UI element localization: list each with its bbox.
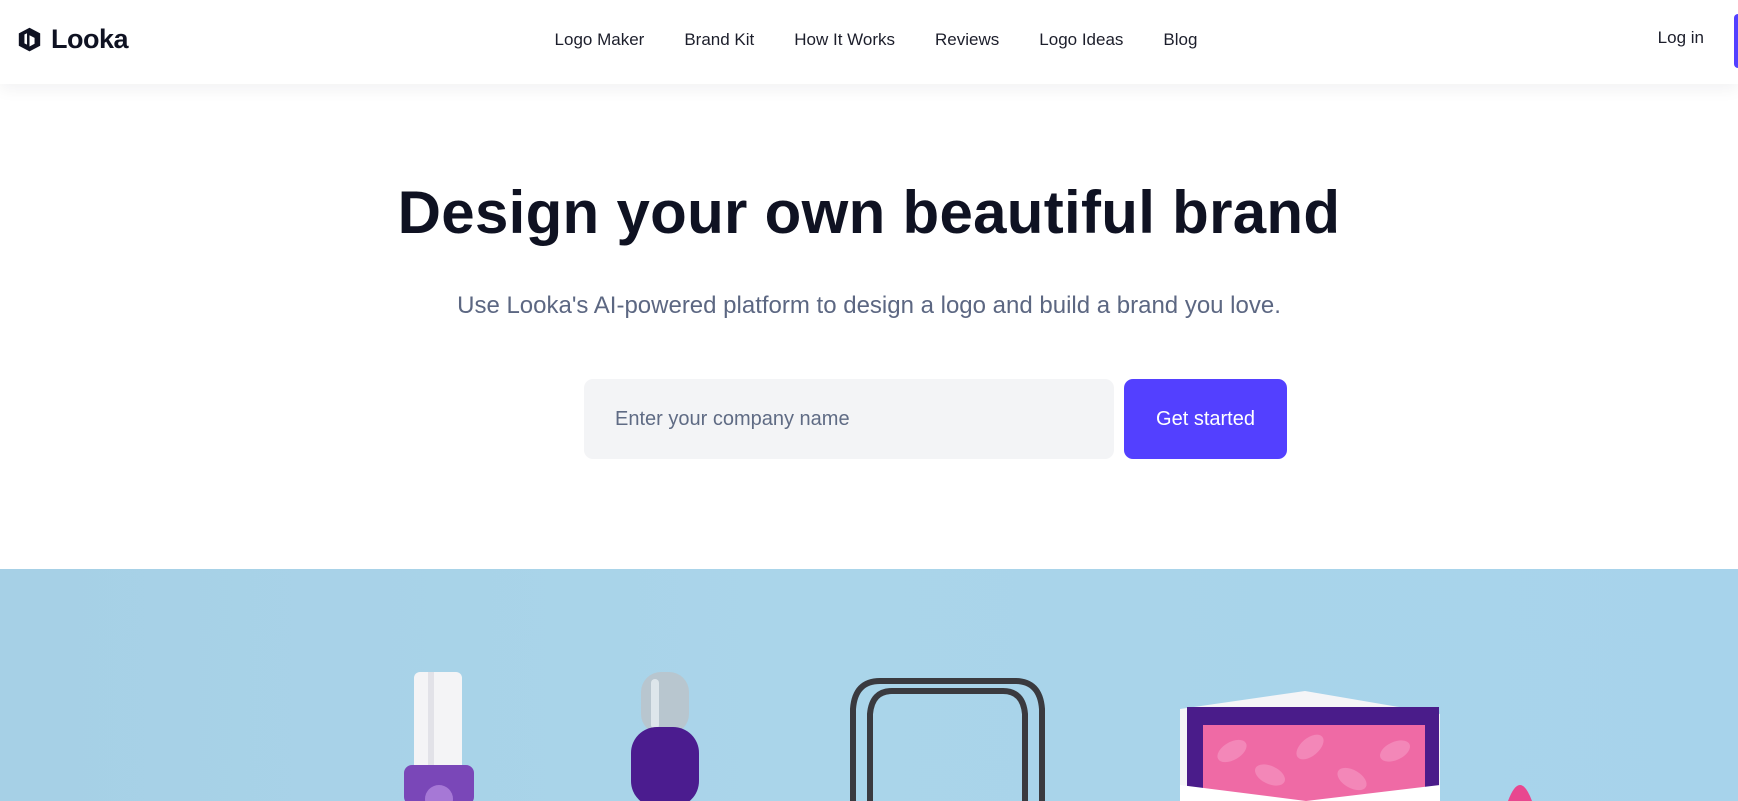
- brand-showcase-image: [0, 569, 1738, 801]
- nav-link-brand-kit[interactable]: Brand Kit: [684, 30, 754, 50]
- hero-subtitle: Use Looka's AI-powered platform to desig…: [457, 292, 1281, 319]
- top-navigation-bar: Looka Logo Maker Brand Kit How It Works …: [0, 0, 1738, 84]
- spray-can: [631, 672, 699, 801]
- nav-link-logo-ideas[interactable]: Logo Ideas: [1039, 30, 1123, 50]
- main-nav: Logo Maker Brand Kit How It Works Review…: [0, 0, 1738, 80]
- showcase-illustration: [404, 672, 1532, 801]
- nav-link-logo-maker[interactable]: Logo Maker: [555, 30, 645, 50]
- nav-link-blog[interactable]: Blog: [1163, 30, 1197, 50]
- login-link[interactable]: Log in: [1658, 28, 1704, 48]
- shopping-bag: [850, 678, 1045, 801]
- nail-polish-bottle: [404, 672, 474, 801]
- envelope-card: [1180, 691, 1440, 801]
- nav-link-how-it-works[interactable]: How It Works: [794, 30, 895, 50]
- company-name-input[interactable]: [584, 379, 1114, 459]
- signup-button-edge[interactable]: [1734, 14, 1738, 68]
- hero-title: Design your own beautiful brand: [397, 179, 1341, 246]
- company-name-form: Get started: [584, 379, 1287, 459]
- get-started-button[interactable]: Get started: [1124, 379, 1287, 459]
- nav-link-reviews[interactable]: Reviews: [935, 30, 999, 50]
- pink-object: [1508, 785, 1532, 801]
- hero-section: Design your own beautiful brand Use Look…: [0, 84, 1738, 569]
